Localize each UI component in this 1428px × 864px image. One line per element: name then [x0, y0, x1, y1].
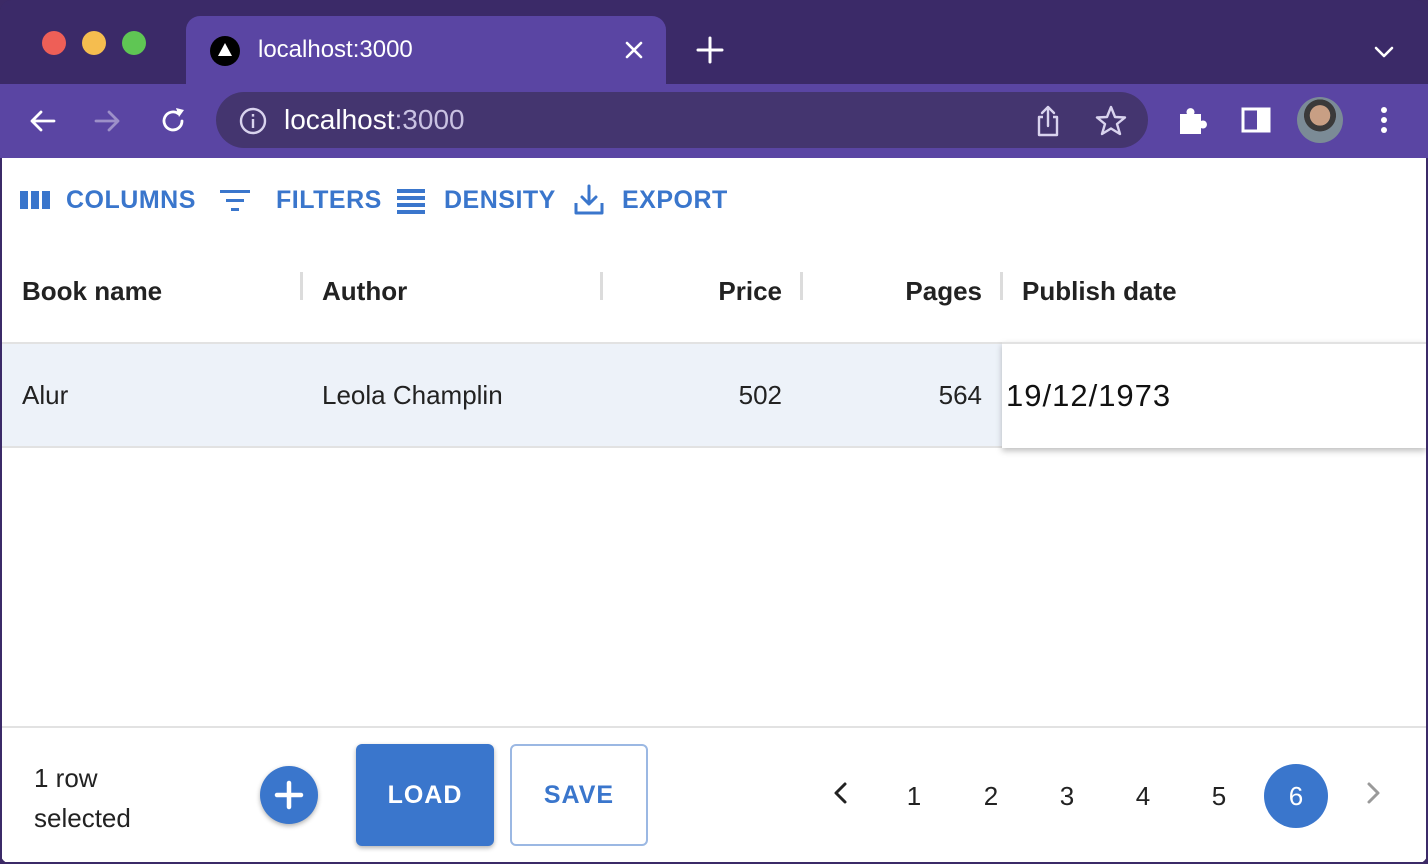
columns-button[interactable]: COLUMNS — [18, 180, 196, 220]
page-content: COLUMNS FILTERS DENSITY EXPORT Book name… — [2, 158, 1426, 862]
new-tab-icon[interactable] — [694, 34, 726, 66]
filters-label: FILTERS — [276, 185, 382, 214]
page-button-3[interactable]: 3 — [1035, 764, 1099, 828]
tab-title: localhost:3000 — [258, 36, 413, 63]
export-button[interactable]: EXPORT — [572, 180, 728, 220]
publish-date-input[interactable]: 19/12/1973 — [1006, 344, 1171, 448]
forward-arrow-icon[interactable] — [90, 104, 124, 138]
cell-pages[interactable]: 564 — [822, 344, 982, 446]
address-bar[interactable]: localhost:3000 — [216, 92, 1148, 148]
tab-search-chevron-icon[interactable] — [1370, 38, 1398, 66]
column-header-price[interactable]: Price — [622, 240, 782, 342]
page-button-6-current[interactable]: 6 — [1264, 764, 1328, 828]
triangle-favicon-icon — [210, 36, 240, 66]
download-icon — [574, 184, 604, 215]
cell-author[interactable]: Leola Champlin — [322, 344, 503, 446]
column-header-publish-date[interactable]: Publish date — [1022, 240, 1177, 342]
more-vertical-icon[interactable] — [1366, 102, 1402, 138]
bookmark-star-icon[interactable] — [1094, 104, 1128, 138]
next-page-icon[interactable] — [1358, 778, 1388, 808]
columns-label: COLUMNS — [66, 185, 196, 214]
column-separator[interactable] — [800, 272, 803, 300]
previous-page-icon[interactable] — [826, 778, 856, 808]
density-icon — [397, 189, 425, 214]
columns-icon — [20, 191, 50, 209]
column-header-pages[interactable]: Pages — [822, 240, 982, 342]
export-label: EXPORT — [622, 185, 728, 214]
browser-tab[interactable]: localhost:3000 — [186, 16, 666, 84]
profile-avatar[interactable] — [1297, 97, 1343, 143]
maximize-window-button[interactable] — [122, 31, 146, 55]
browser-toolbar: localhost:3000 — [0, 84, 1428, 158]
page-button-2[interactable]: 2 — [959, 764, 1023, 828]
page-button-5[interactable]: 5 — [1187, 764, 1251, 828]
share-icon[interactable] — [1032, 104, 1064, 138]
publish-date-edit-cell[interactable]: 19/12/1973 — [1002, 342, 1426, 448]
column-separator[interactable] — [600, 272, 603, 300]
filter-icon — [220, 190, 250, 211]
column-header-author[interactable]: Author — [322, 240, 407, 342]
cell-book-name[interactable]: Alur — [22, 344, 68, 446]
density-button[interactable]: DENSITY — [394, 180, 556, 220]
url-port: :3000 — [394, 104, 465, 135]
back-arrow-icon[interactable] — [26, 104, 60, 138]
column-header-row: Book name Author Price Pages Publish dat… — [2, 240, 1426, 344]
tab-strip: localhost:3000 — [0, 0, 1428, 84]
add-row-button[interactable] — [260, 766, 318, 824]
filters-button[interactable]: FILTERS — [218, 180, 382, 220]
density-label: DENSITY — [444, 185, 556, 214]
column-separator[interactable] — [1000, 272, 1003, 300]
reload-icon[interactable] — [156, 104, 190, 138]
close-tab-icon[interactable] — [620, 36, 648, 64]
grid-footer: 1 row selected LOAD SAVE 1 2 3 4 5 6 — [2, 726, 1426, 862]
close-window-button[interactable] — [42, 31, 66, 55]
save-button[interactable]: SAVE — [510, 744, 648, 846]
row-selection-count: 1 row selected — [34, 763, 131, 833]
page-button-1[interactable]: 1 — [882, 764, 946, 828]
cell-price[interactable]: 502 — [622, 344, 782, 446]
url-text: localhost:3000 — [284, 104, 465, 136]
plus-icon — [274, 780, 304, 810]
column-separator[interactable] — [300, 272, 303, 300]
minimize-window-button[interactable] — [82, 31, 106, 55]
page-button-4[interactable]: 4 — [1111, 764, 1175, 828]
column-header-book-name[interactable]: Book name — [22, 240, 162, 342]
browser-window: localhost:3000 localhost:3000 COLUMNS FI… — [0, 0, 1428, 864]
site-info-icon[interactable] — [238, 106, 268, 136]
side-panel-icon[interactable] — [1238, 102, 1274, 138]
url-host: localhost — [284, 104, 395, 135]
extensions-puzzle-icon[interactable] — [1174, 102, 1210, 138]
load-button[interactable]: LOAD — [356, 744, 494, 846]
